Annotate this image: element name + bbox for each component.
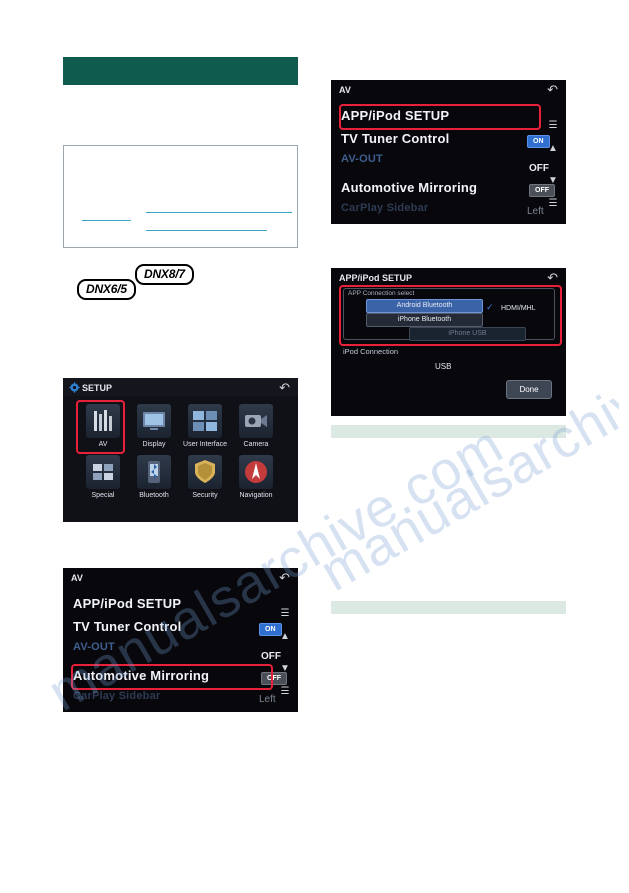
carplay-sidebar-value: Left <box>527 206 544 217</box>
model-badge-dnx87: DNX8/7 <box>135 264 194 285</box>
setup-item-special-label: Special <box>91 492 115 499</box>
back-arrow-icon[interactable]: ↶ <box>279 571 290 584</box>
carplay-sidebar-value: Left <box>259 694 276 705</box>
scroll-up-icon[interactable]: ▲ <box>546 143 560 154</box>
option-android-bluetooth[interactable]: Android Bluetooth <box>366 299 483 313</box>
setup-item-camera-label: Camera <box>243 441 269 448</box>
back-arrow-icon[interactable]: ↶ <box>547 271 558 284</box>
scroll-top-icon[interactable]: ☰ <box>278 608 292 619</box>
note-bar-1 <box>331 425 566 438</box>
setup-item-display[interactable]: Display <box>129 404 179 449</box>
setup-item-user-interface-label: User Interface <box>183 441 227 448</box>
gear-icon <box>69 382 80 393</box>
note-bar-2 <box>331 601 566 614</box>
bluetooth-icon <box>137 455 171 489</box>
check-icon: ✓ <box>486 302 494 312</box>
setup-item-display-label: Display <box>142 441 166 448</box>
av-out-value: OFF <box>261 651 281 662</box>
setup-item-av[interactable]: AV <box>78 404 128 449</box>
link-line-2 <box>146 212 292 213</box>
scroll-up-icon[interactable]: ▲ <box>278 631 292 642</box>
option-iphone-usb[interactable]: iPhone USB <box>409 327 526 341</box>
setup-item-user-interface[interactable]: User Interface <box>180 404 230 449</box>
av-screen-bottom-title: AV <box>71 573 83 583</box>
setup-item-bluetooth[interactable]: Bluetooth <box>129 455 179 500</box>
navigation-icon <box>239 455 273 489</box>
ipod-connection-value: USB <box>435 362 452 371</box>
model-badge-dnx65: DNX6/5 <box>77 279 136 300</box>
link-line-1 <box>82 220 131 221</box>
app-connection-select-label: APP Connection select <box>348 290 415 297</box>
setup-item-special[interactable]: Special <box>78 455 128 500</box>
scroll-bottom-icon[interactable]: ☰ <box>278 686 292 697</box>
option-iphone-bluetooth[interactable]: iPhone Bluetooth <box>366 313 483 327</box>
link-line-3 <box>146 230 267 231</box>
display-icon <box>137 404 171 438</box>
av-screen-top: AV ↶ APP/iPod SETUP TV Tuner Control ON … <box>331 80 566 224</box>
scroll-top-icon[interactable]: ☰ <box>546 120 560 131</box>
scroll-down-icon[interactable]: ▼ <box>546 175 560 186</box>
av-out-value: OFF <box>529 163 549 174</box>
back-arrow-icon[interactable]: ↶ <box>547 83 558 96</box>
app-ipod-setup-title: APP/iPod SETUP <box>339 273 413 283</box>
av-row-app-ipod-setup[interactable]: APP/iPod SETUP <box>341 108 449 123</box>
av-row-automotive-mirroring[interactable]: Automotive Mirroring <box>341 180 477 195</box>
av-row-av-out[interactable]: AV-OUT <box>73 641 115 653</box>
setup-icon-grid: AV Display User Interface Camera Special… <box>73 402 288 512</box>
av-row-carplay-sidebar[interactable]: CarPlay Sidebar <box>341 202 428 214</box>
setup-screen-title: SETUP <box>82 383 113 393</box>
av-screen-bottom: AV ↶ APP/iPod SETUP TV Tuner Control ON … <box>63 568 298 712</box>
setup-item-bluetooth-label: Bluetooth <box>139 492 169 499</box>
security-icon <box>188 455 222 489</box>
camera-icon <box>239 404 273 438</box>
app-ipod-setup-screen: APP/iPod SETUP ↶ APP Connection select A… <box>331 268 566 416</box>
av-row-av-out[interactable]: AV-OUT <box>341 153 383 165</box>
av-icon <box>86 404 120 438</box>
setup-screen: SETUP ↶ AV Display User Interface Camera… <box>63 378 298 522</box>
setup-item-av-label: AV <box>98 441 108 448</box>
note-box <box>63 145 298 248</box>
setup-item-security-label: Security <box>192 492 218 499</box>
setup-item-camera[interactable]: Camera <box>231 404 281 449</box>
setup-item-navigation[interactable]: Navigation <box>231 455 281 500</box>
av-row-automotive-mirroring[interactable]: Automotive Mirroring <box>73 668 209 683</box>
av-row-app-ipod-setup[interactable]: APP/iPod SETUP <box>73 596 181 611</box>
done-button[interactable]: Done <box>506 380 552 399</box>
scroll-down-icon[interactable]: ▼ <box>278 663 292 674</box>
special-icon <box>86 455 120 489</box>
av-row-tv-tuner-control[interactable]: TV Tuner Control <box>73 619 181 634</box>
user-interface-icon <box>188 404 222 438</box>
av-screen-top-title: AV <box>339 85 351 95</box>
document-page: manualsarchive.com manualsarchive.com DN… <box>0 0 629 893</box>
setup-item-navigation-label: Navigation <box>239 492 273 499</box>
av-row-tv-tuner-control[interactable]: TV Tuner Control <box>341 131 449 146</box>
hdmi-mhl-label: HDMI/MHL <box>501 305 536 312</box>
setup-item-security[interactable]: Security <box>180 455 230 500</box>
scroll-bottom-icon[interactable]: ☰ <box>546 198 560 209</box>
av-row-carplay-sidebar[interactable]: CarPlay Sidebar <box>73 690 160 702</box>
back-arrow-icon[interactable]: ↶ <box>279 381 290 394</box>
ipod-connection-label: iPod Connection <box>343 347 399 356</box>
section-heading-bar <box>63 57 298 85</box>
